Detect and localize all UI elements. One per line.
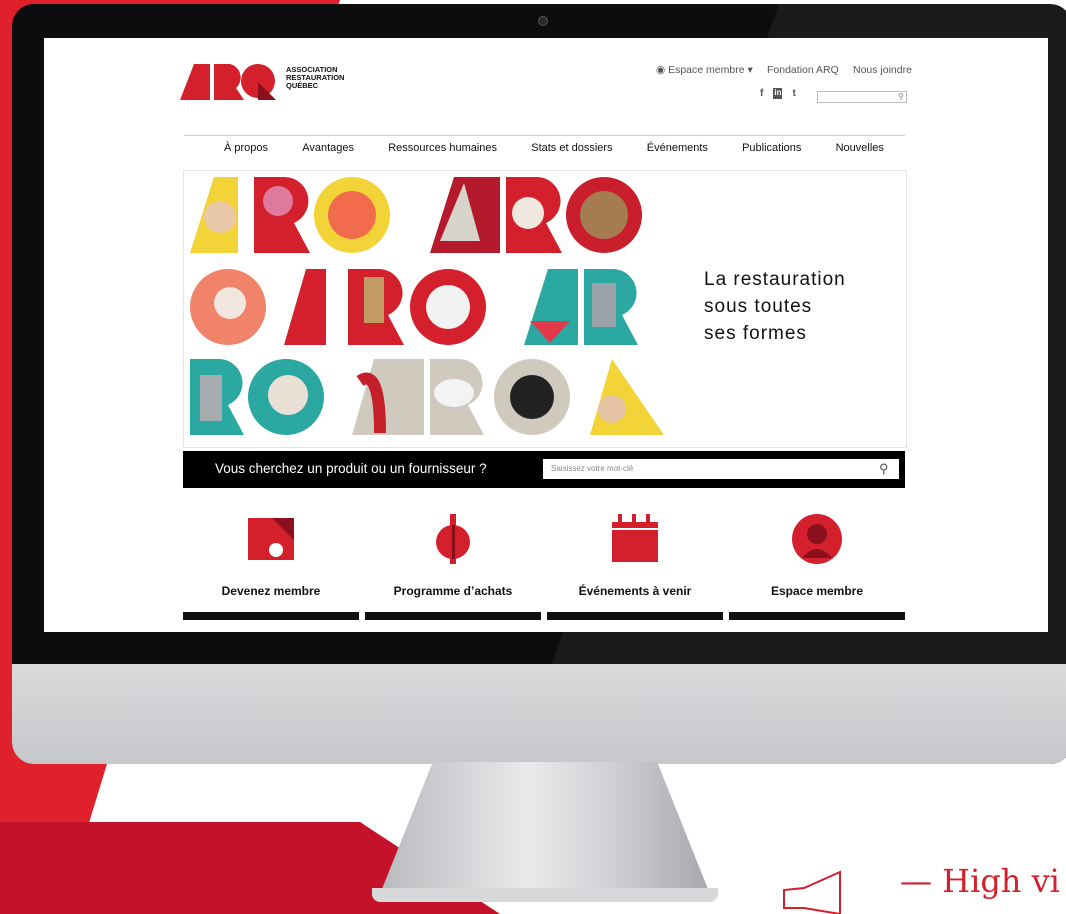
nav-item-a-propos[interactable]: À propos [224,142,268,154]
tagline-line: sous toutes [704,296,813,317]
main-nav: À propos Avantages Ressources humaines S… [224,142,884,154]
feature-bar [729,612,905,620]
dollar-icon [436,514,470,564]
feature-label: Événements à venir [578,584,692,598]
nav-item-publications[interactable]: Publications [742,142,801,154]
stand-mixer [200,375,222,421]
top-search-input[interactable]: ⚲ [817,91,907,103]
cork [364,277,384,323]
supplier-search-bar: Vous cherchez un produit ou un fournisse… [183,451,905,488]
coffee-cup [268,375,308,415]
arq-logo[interactable] [180,64,276,100]
stand-mixer [592,283,616,327]
feature-label: Programme d’achats [393,584,513,598]
supplier-search-label: Vous cherchez un produit ou un fournisse… [215,461,487,476]
fondation-arq-link[interactable]: Fondation ARQ [767,64,839,76]
nous-joindre-link[interactable]: Nous joindre [853,64,912,76]
monitor: ASSOCIATION RESTAURATION QUÉBEC ◉ Espace… [12,4,1066,764]
user-icon: ◉ [656,64,669,76]
monitor-stand-foot [372,888,718,902]
member-space-icon [792,514,842,564]
feature-bar [547,612,723,620]
chair [434,379,474,407]
website-screen: ASSOCIATION RESTAURATION QUÉBEC ◉ Espace… [44,38,1048,632]
ice-cream [263,186,293,216]
feature-bar [365,612,541,620]
nav-item-stats-et-dossiers[interactable]: Stats et dossiers [531,142,612,154]
tagline-line: ses formes [704,323,807,344]
ad-tagline: — High vi [900,862,1060,900]
social-links: f in t [760,88,796,99]
chef-portrait [204,201,236,233]
bread [580,191,628,239]
cast-iron-pan [510,375,554,419]
calendar-icon [612,514,658,562]
grapefruit [328,191,376,239]
facebook-icon[interactable]: f [760,88,763,99]
logo-line: QUÉBEC [286,81,319,90]
chef-portrait [598,395,626,423]
feature-bar [183,612,359,620]
search-icon[interactable]: ⚲ [898,92,904,101]
twitter-icon[interactable]: t [792,88,795,99]
chef-portrait [214,287,246,319]
letter-a-tile [590,359,664,435]
supplier-search-input[interactable]: Saisissez votre mot-clé [543,459,899,479]
feature-label: Devenez membre [221,584,321,598]
nav-item-evenements[interactable]: Événements [647,142,708,154]
chevron-down-icon: ▾ [744,64,753,76]
membership-icon [248,518,294,560]
plated-dish [426,285,470,329]
search-icon[interactable]: ⚲ [879,461,889,477]
tagline-line: La restauration [704,269,846,290]
chef-portrait [512,197,544,229]
letter-a-tile [284,269,326,345]
espace-membre-link[interactable]: ◉ Espace membre ▾ [656,64,753,76]
logo-text: ASSOCIATION RESTAURATION QUÉBEC [286,66,344,90]
letter-a-tile [352,359,424,435]
nav-divider [184,135,905,136]
feature-label: Espace membre [770,584,864,598]
espace-membre-label: Espace membre [668,64,745,76]
nav-item-nouvelles[interactable]: Nouvelles [836,142,884,154]
linkedin-icon[interactable]: in [773,88,783,99]
hero-tagline: La restauration sous toutes ses formes [704,266,846,347]
nav-item-ressources-humaines[interactable]: Ressources humaines [388,142,497,154]
webcam [538,16,548,26]
megaphone-icon [783,870,841,914]
monitor-chin [12,664,1066,764]
nav-item-avantages[interactable]: Avantages [302,142,354,154]
